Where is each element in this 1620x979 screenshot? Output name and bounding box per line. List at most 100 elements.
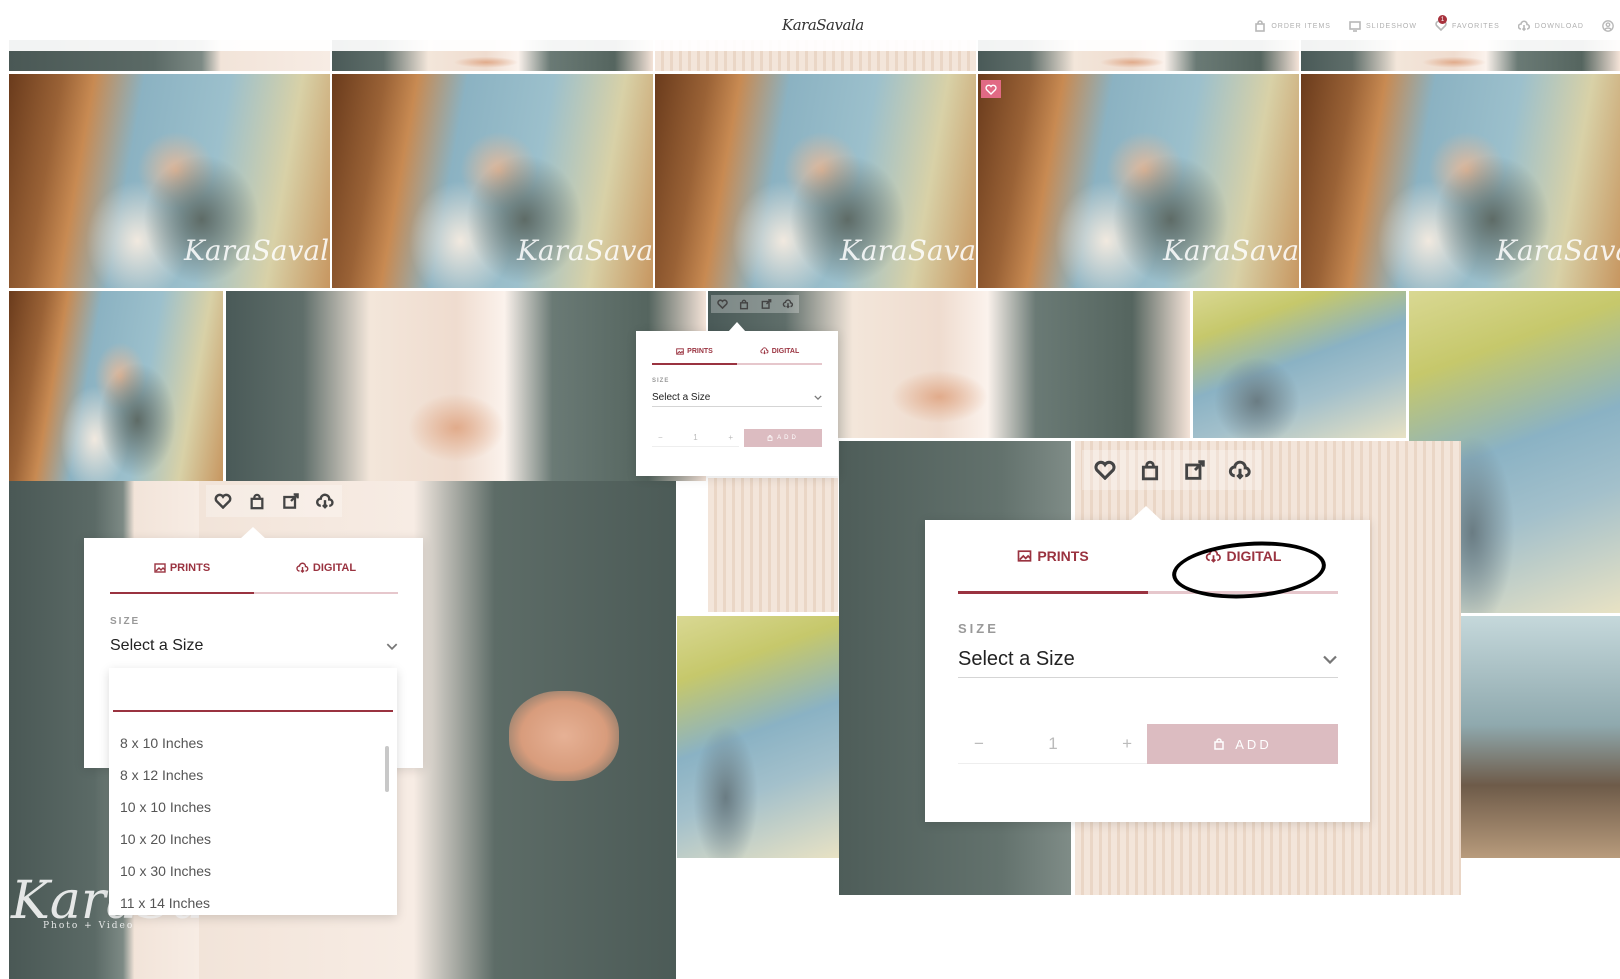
gallery-photo[interactable] (226, 291, 706, 481)
product-popover-small: PRINTS DIGITAL SIZE Select a Size − 1 + … (636, 331, 838, 476)
size-select[interactable]: Select a Size (652, 388, 822, 407)
tab-digital[interactable]: DIGITAL (737, 342, 822, 360)
share-icon (1184, 460, 1205, 480)
tab-underline (958, 591, 1338, 594)
popover-caret (728, 322, 746, 332)
size-select[interactable]: Select a Size (958, 642, 1338, 678)
gallery-photo[interactable] (1461, 616, 1620, 858)
qty-increase-button[interactable]: + (728, 433, 733, 442)
nav-download-label: DOWNLOAD (1534, 22, 1584, 30)
bag-icon (739, 299, 749, 309)
size-option[interactable]: 11 x 14 Inches (120, 895, 210, 911)
tab-prints[interactable]: PRINTS (652, 342, 737, 360)
qty-value[interactable]: 1 (693, 433, 697, 442)
chevron-down-icon (1323, 655, 1337, 664)
download-tool-button[interactable] (777, 295, 799, 313)
monitor-icon (1349, 21, 1361, 32)
gallery-photo[interactable]: KaraSavala (332, 74, 653, 288)
size-option[interactable]: 10 x 10 Inches (120, 799, 211, 815)
nav-favorites[interactable]: 1 FAVORITES (1435, 15, 1500, 32)
bag-icon (1255, 20, 1266, 32)
nav-download[interactable]: DOWNLOAD (1517, 20, 1584, 32)
bag-icon (1141, 460, 1158, 480)
size-select-value: Select a Size (958, 648, 1075, 670)
tab-prints[interactable]: PRINTS (110, 557, 254, 579)
buy-tool-button[interactable] (1127, 450, 1172, 490)
size-dropdown-list: 8 x 10 Inches 8 x 12 Inches 10 x 10 Inch… (109, 668, 397, 915)
quantity-stepper: − 1 + (652, 429, 739, 447)
tab-prints[interactable]: PRINTS (958, 543, 1148, 569)
size-option[interactable]: 10 x 30 Inches (120, 863, 211, 879)
download-tool-button[interactable] (308, 485, 342, 517)
photo-tool-strip (206, 485, 342, 517)
photo-tool-strip (1082, 450, 1262, 490)
buy-tool-button[interactable] (733, 295, 755, 313)
tab-prints-label: PRINTS (1037, 548, 1089, 564)
quantity-stepper: − 1 + (958, 724, 1148, 764)
gallery-photo[interactable]: KaraSavala (978, 74, 1299, 288)
image-icon (1017, 550, 1032, 562)
bag-icon (250, 493, 264, 509)
watermark: KaraSavala (517, 234, 653, 267)
buy-tool-button[interactable] (240, 485, 274, 517)
add-button[interactable]: ADD (744, 429, 822, 447)
tab-digital-label: DIGITAL (771, 347, 800, 355)
cloud-download-icon (760, 347, 769, 355)
size-option[interactable]: 10 x 20 Inches (120, 831, 211, 847)
brand-logo[interactable]: KaraSavala (782, 16, 864, 34)
size-select[interactable]: Select a Size (110, 634, 398, 658)
tab-digital[interactable]: DIGITAL (1148, 543, 1338, 569)
favorite-tool-button[interactable] (206, 485, 240, 517)
share-icon (761, 299, 771, 309)
popover-caret (1131, 506, 1161, 520)
size-search-input[interactable] (113, 678, 393, 712)
watermark: KaraSavala (184, 234, 330, 267)
nav-order-items-label: ORDER ITEMS (1271, 22, 1331, 30)
gallery-photo[interactable]: KaraSavala (9, 74, 330, 288)
gallery-photo[interactable] (708, 478, 838, 612)
size-option[interactable]: 8 x 10 Inches (120, 735, 203, 751)
product-popover-right: PRINTS DIGITAL SIZE Select a Size − 1 + … (925, 520, 1370, 822)
share-tool-button[interactable] (755, 295, 777, 313)
popover-caret (240, 527, 266, 539)
download-tool-button[interactable] (1217, 450, 1262, 490)
held-hands (509, 691, 619, 781)
share-tool-button[interactable] (274, 485, 308, 517)
share-icon (283, 493, 299, 509)
favorites-count-badge: 1 (1437, 15, 1447, 24)
size-option[interactable]: 8 x 12 Inches (120, 767, 203, 783)
gallery-photo[interactable] (1193, 291, 1406, 438)
size-select-value: Select a Size (110, 637, 204, 654)
nav-order-items[interactable]: ORDER ITEMS (1254, 20, 1331, 32)
share-tool-button[interactable] (1172, 450, 1217, 490)
nav-slideshow-label: SLIDESHOW (1365, 22, 1417, 30)
favorite-tool-button[interactable] (1082, 450, 1127, 490)
cloud-download-icon (316, 493, 334, 509)
chevron-down-icon (814, 394, 822, 400)
dropdown-scrollbar[interactable] (385, 746, 389, 792)
add-button-label: ADD (777, 435, 799, 441)
gallery-photo[interactable] (9, 291, 223, 481)
favorite-tool-button[interactable] (711, 295, 733, 313)
qty-decrease-button[interactable]: − (974, 734, 984, 754)
image-icon (676, 347, 684, 355)
gallery-photo[interactable] (677, 616, 839, 858)
tab-digital[interactable]: DIGITAL (254, 557, 398, 579)
cloud-download-icon (1205, 549, 1221, 563)
account-button[interactable] (1602, 20, 1614, 32)
user-icon (1602, 20, 1614, 32)
product-tabs: PRINTS DIGITAL (110, 557, 398, 579)
size-label: SIZE (958, 621, 999, 636)
heart-icon (1093, 460, 1116, 480)
qty-decrease-button[interactable]: − (658, 433, 663, 442)
bag-icon (767, 435, 773, 441)
qty-value[interactable]: 1 (1048, 734, 1057, 754)
watermark: KaraSavala (1163, 234, 1299, 267)
gallery-photo[interactable]: KaraSavala (1301, 74, 1620, 288)
gallery-photo[interactable]: KaraSavala (655, 74, 976, 288)
tab-digital-label: DIGITAL (1226, 548, 1282, 564)
nav-slideshow[interactable]: SLIDESHOW (1349, 20, 1417, 32)
add-button[interactable]: ADD (1147, 724, 1338, 764)
favorited-heart-badge[interactable] (981, 80, 1001, 98)
qty-increase-button[interactable]: + (1122, 734, 1132, 754)
